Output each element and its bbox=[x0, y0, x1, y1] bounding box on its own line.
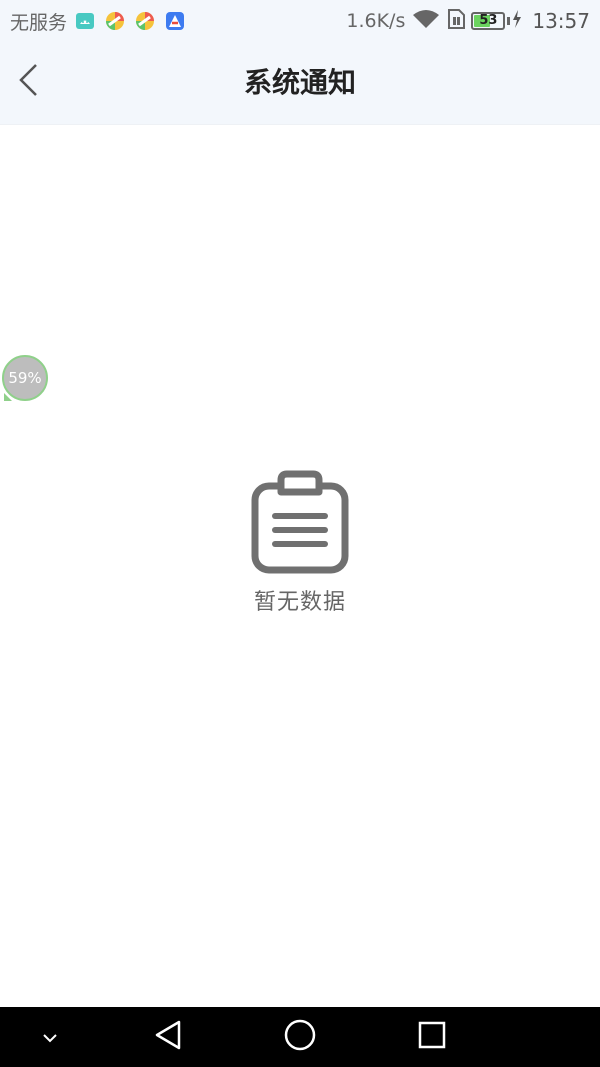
page-title: 系统通知 bbox=[243, 66, 356, 99]
system-nav-bar bbox=[0, 1007, 600, 1067]
chevron-down-icon bbox=[42, 1028, 58, 1047]
battery-indicator: 53 bbox=[471, 12, 506, 30]
hide-nav-button[interactable] bbox=[30, 1007, 70, 1067]
charging-bolt-icon bbox=[512, 9, 522, 33]
recents-square-icon bbox=[417, 1020, 447, 1054]
clock: 13:57 bbox=[532, 9, 590, 33]
network-speed: 1.6K/s bbox=[346, 10, 406, 32]
empty-state: 暂无数据 bbox=[0, 470, 600, 616]
status-bar: 无服务 1.6K/s 53 13:57 bbox=[0, 0, 600, 42]
screen: 无服务 1.6K/s 53 13:57 系统通知 59% 暂无数据 bbox=[0, 0, 600, 1067]
maps-icon bbox=[165, 11, 185, 31]
app-pinwheel-icon bbox=[105, 11, 125, 31]
clipboard-icon bbox=[251, 470, 349, 574]
battery-tip bbox=[507, 17, 511, 25]
bubble-label: 59% bbox=[8, 369, 42, 387]
sim-card-icon bbox=[447, 8, 466, 34]
status-right: 1.6K/s 53 13:57 bbox=[346, 0, 590, 42]
carrier-label: 无服务 bbox=[10, 11, 68, 34]
nav-home-button[interactable] bbox=[278, 1007, 322, 1067]
chevron-left-icon bbox=[17, 63, 39, 101]
app-pinwheel-icon bbox=[135, 11, 155, 31]
floating-progress-bubble[interactable]: 59% bbox=[2, 355, 50, 403]
status-left: 无服务 bbox=[10, 0, 195, 42]
empty-message: 暂无数据 bbox=[253, 590, 346, 615]
back-button[interactable] bbox=[10, 62, 46, 102]
nav-back-button[interactable] bbox=[146, 1007, 190, 1067]
android-debug-icon bbox=[75, 11, 95, 31]
battery-level: 53 bbox=[479, 13, 498, 28]
home-circle-icon bbox=[283, 1018, 317, 1056]
back-triangle-icon bbox=[153, 1019, 183, 1055]
app-header: 系统通知 bbox=[0, 42, 600, 125]
wifi-icon bbox=[411, 8, 441, 35]
nav-recents-button[interactable] bbox=[410, 1007, 454, 1067]
